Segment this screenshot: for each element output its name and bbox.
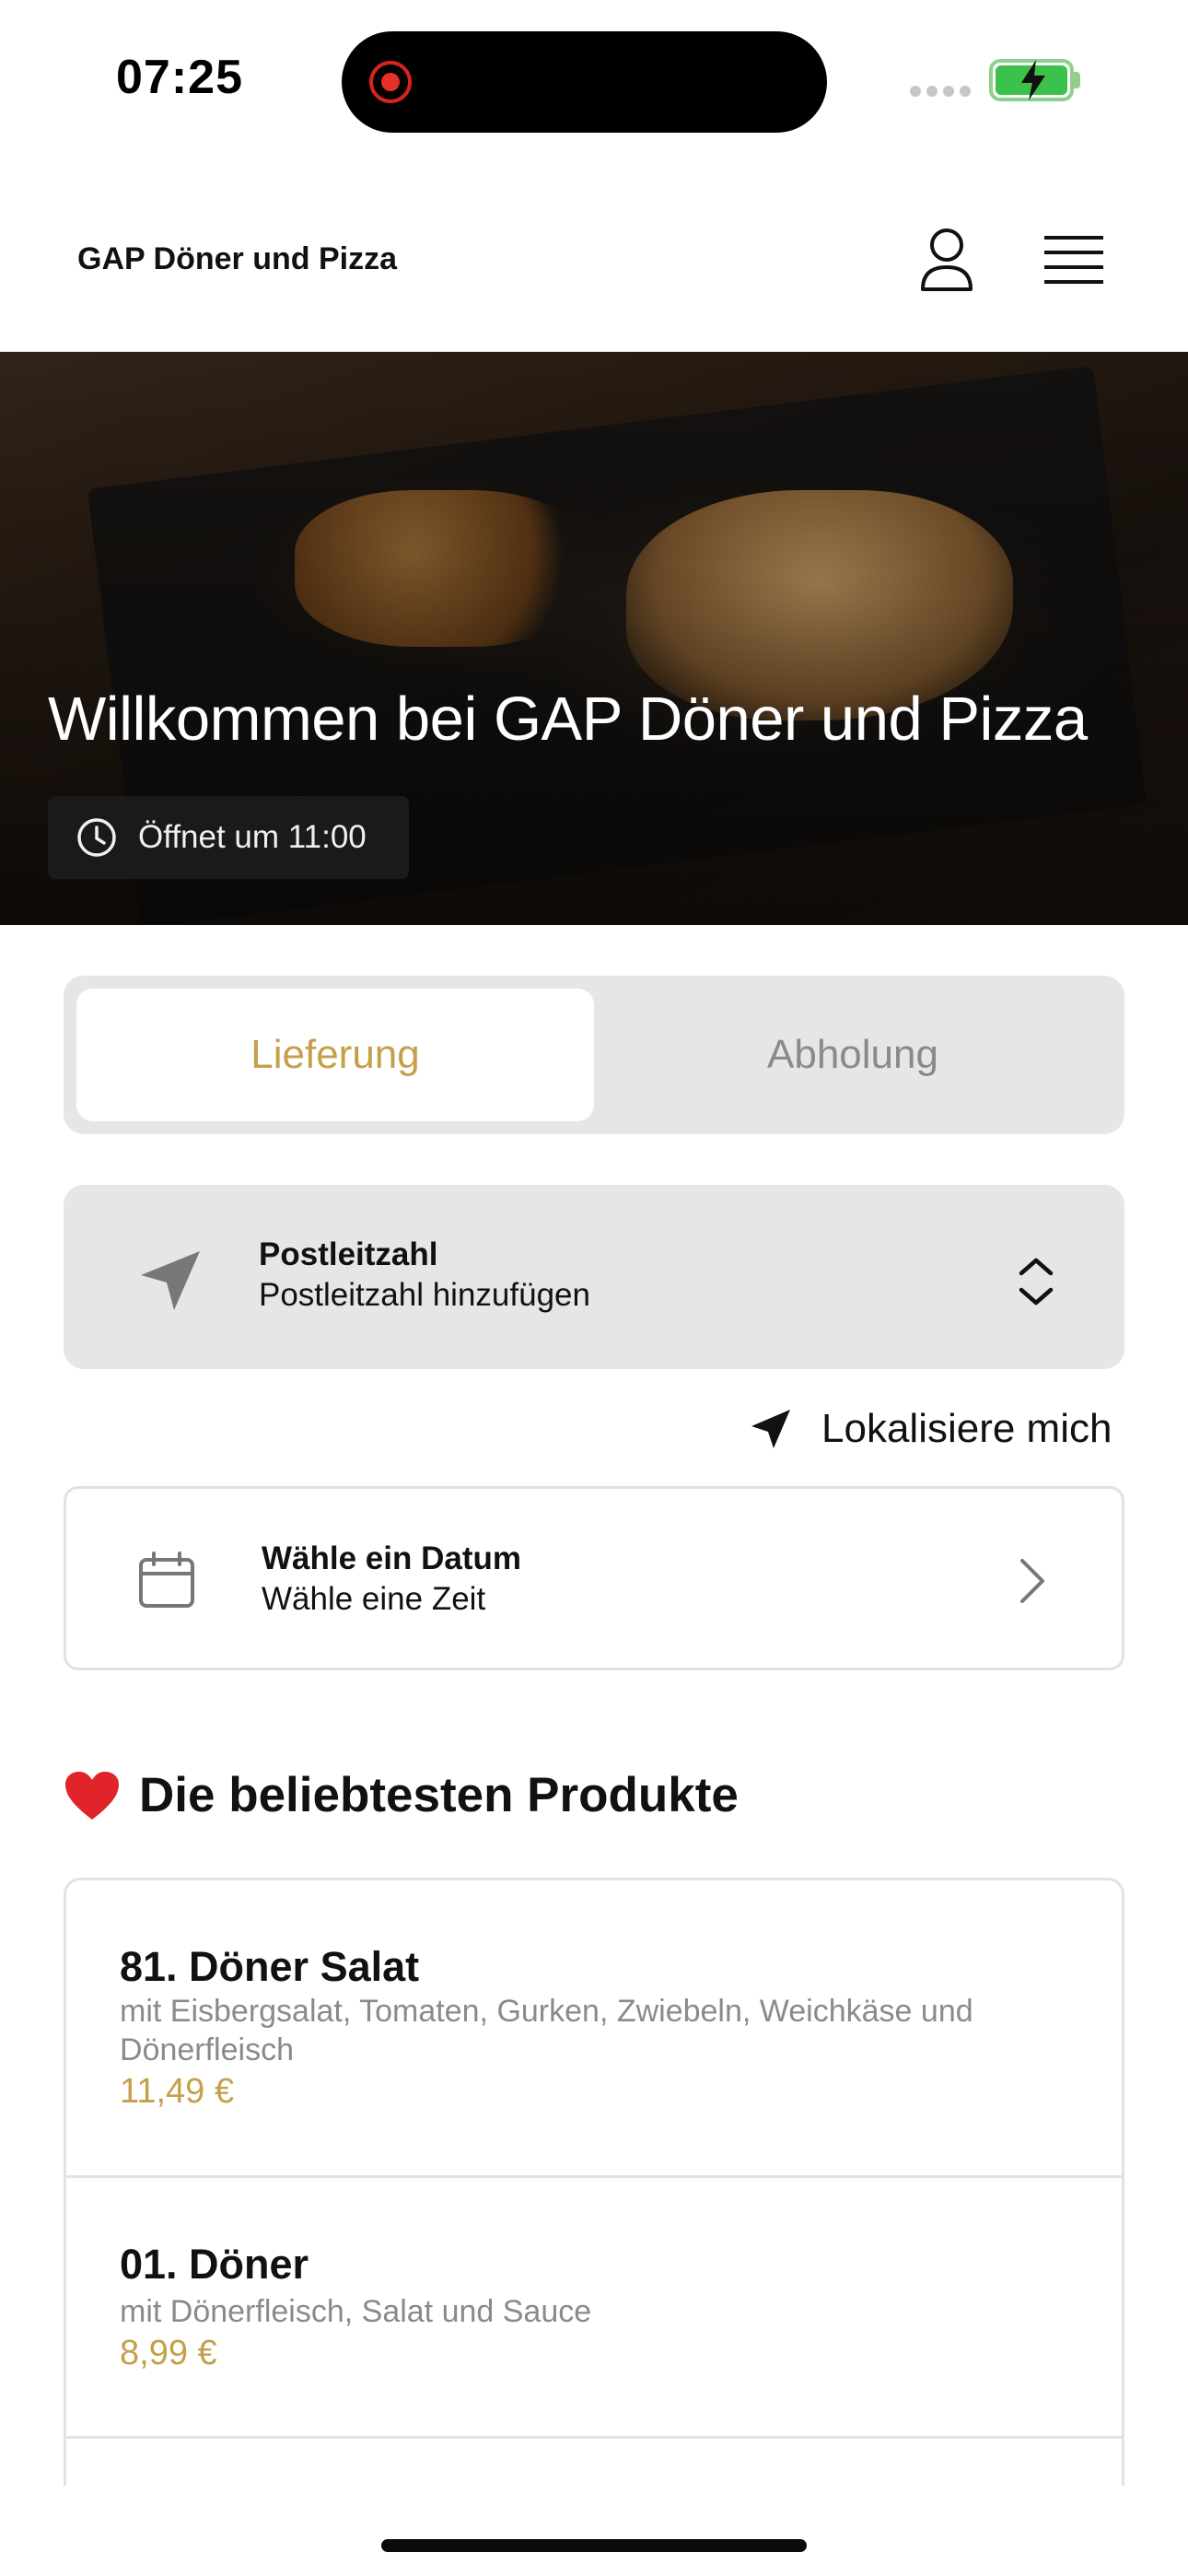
opening-hours-badge: Öffnet um 11:00 (48, 796, 409, 879)
cellular-signal-icon (910, 86, 971, 97)
product-name: 01. Döner (120, 2241, 309, 2288)
status-time: 07:25 (116, 51, 243, 104)
product-list: 81. Döner Salat mit Eisbergsalat, Tomate… (64, 1878, 1124, 2486)
product-name: 81. Döner Salat (120, 1943, 420, 1990)
postcode-input[interactable]: Postleitzahl hinzufügen (259, 1277, 590, 1314)
heart-icon (65, 1771, 119, 1820)
dynamic-island (342, 31, 827, 133)
menu-icon[interactable] (1044, 234, 1103, 286)
postcode-selector[interactable]: Postleitzahl Postleitzahl hinzufügen (64, 1185, 1124, 1369)
chevron-right-icon (1020, 1559, 1044, 1603)
product-description: mit Dönerfleisch, Salat und Sauce (120, 2294, 592, 2329)
popular-products-heading: Die beliebtesten Produkte (64, 1767, 739, 1823)
postcode-label: Postleitzahl (259, 1236, 438, 1272)
product-card[interactable]: 01. Döner mit Dönerfleisch, Salat und Sa… (66, 2178, 1122, 2439)
product-price: 11,49 € (120, 2072, 234, 2111)
tab-pickup[interactable]: Abholung (594, 989, 1112, 1121)
brand-name[interactable]: GAP Döner und Pizza (77, 241, 397, 277)
opening-hours-text: Öffnet um 11:00 (138, 819, 367, 855)
status-bar: 07:25 (0, 0, 1188, 157)
locate-me-label: Lokalisiere mich (821, 1406, 1112, 1451)
order-type-toggle: Lieferung Abholung (64, 976, 1124, 1134)
locate-me-button[interactable]: Lokalisiere mich (748, 1400, 1112, 1458)
popular-products-title: Die beliebtesten Produkte (139, 1768, 739, 1822)
hero-title: Willkommen bei GAP Döner und Pizza (48, 685, 1088, 754)
date-label: Wähle ein Datum (262, 1540, 521, 1576)
product-price: 8,99 € (120, 2334, 217, 2372)
product-description: mit Eisbergsalat, Tomaten, Gurken, Zwieb… (120, 1994, 973, 2067)
hero-banner: Willkommen bei GAP Döner und Pizza Öffne… (0, 352, 1188, 925)
clock-icon (77, 818, 116, 857)
app-header: GAP Döner und Pizza (0, 157, 1188, 352)
home-indicator[interactable] (381, 2539, 807, 2552)
time-label: Wähle eine Zeit (262, 1581, 486, 1617)
battery-cap (1074, 72, 1080, 88)
location-arrow-icon (141, 1251, 200, 1310)
battery-charging-icon (989, 59, 1074, 101)
up-down-chevron-icon (1019, 1258, 1054, 1306)
date-time-selector[interactable]: Wähle ein Datum Wähle eine Zeit (64, 1486, 1124, 1670)
calendar-icon (139, 1551, 194, 1608)
screen-recording-icon (369, 61, 412, 103)
user-icon[interactable] (917, 227, 976, 293)
product-card[interactable]: 81. Döner Salat mit Eisbergsalat, Tomate… (66, 1880, 1122, 2178)
tab-delivery[interactable]: Lieferung (76, 989, 594, 1121)
location-arrow-icon (751, 1410, 790, 1448)
